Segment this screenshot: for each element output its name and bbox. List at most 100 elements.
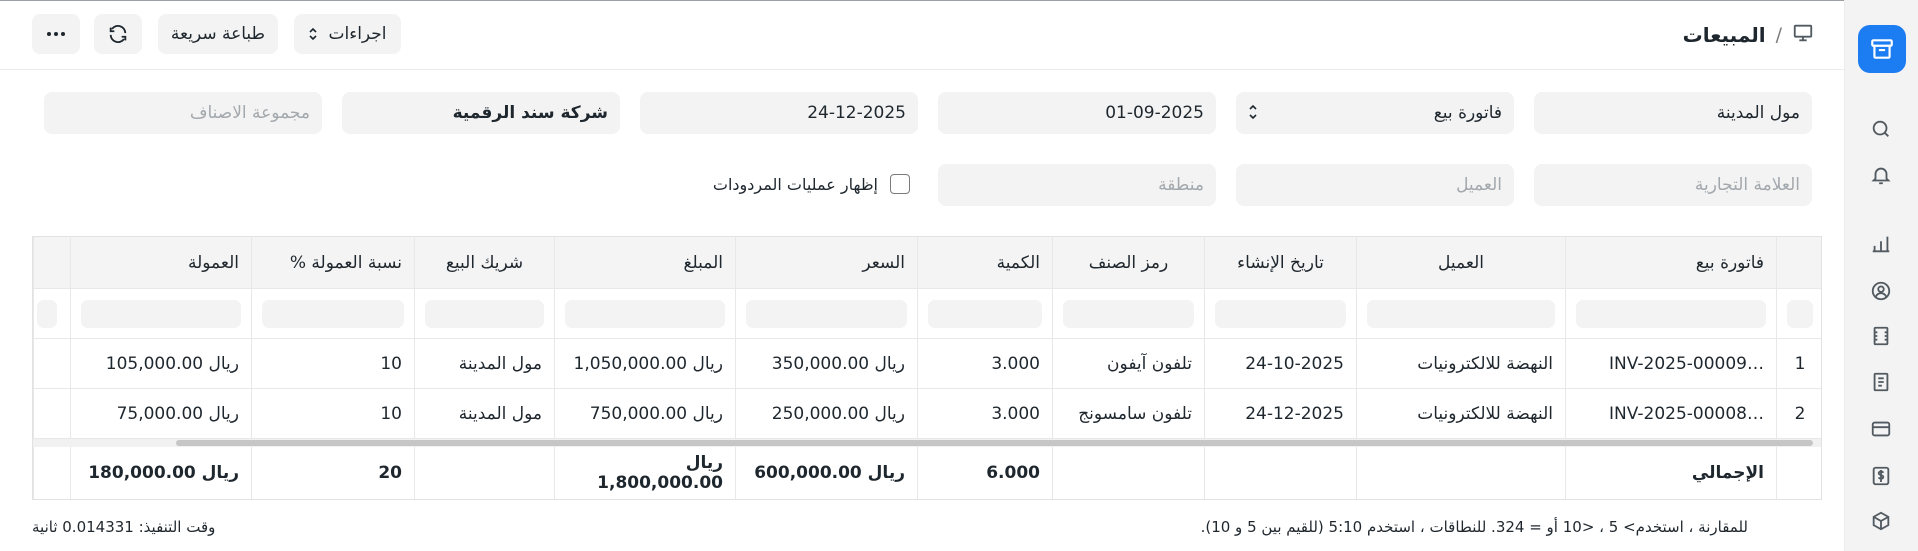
quick-print-label: طباعة سريعة (170, 24, 266, 44)
refresh-icon (109, 25, 127, 43)
more-dots-icon (47, 32, 65, 36)
show-returns-option[interactable]: إظهار عمليات المردودات (713, 174, 910, 194)
column-header[interactable]: العميل (1357, 237, 1565, 289)
column-filter[interactable] (1566, 289, 1776, 339)
clipped-column (33, 237, 70, 499)
doc-type-value: فاتورة بيع (1433, 103, 1502, 123)
commission-column: العمولة ريال 105,000.00 ريال 75,000.00 ر… (70, 237, 251, 499)
partner-cell[interactable]: مول المدينة (415, 339, 554, 389)
from-date-field[interactable]: 01-09-2025 (938, 92, 1216, 134)
date-cell: 24-12-2025 (1205, 389, 1356, 439)
column-filter[interactable] (918, 289, 1052, 339)
date-cell: 24-10-2025 (1205, 339, 1356, 389)
archive-icon (1871, 39, 1893, 59)
column-header[interactable]: تاريخ الإنشاء (1205, 237, 1356, 289)
item-group-field[interactable]: مجموعة الاصناف (44, 92, 322, 134)
invoice-link[interactable]: INV-2025-00009… (1566, 339, 1776, 389)
qty-cell: 3.000 (918, 339, 1052, 389)
total-cell (415, 443, 554, 499)
column-filter[interactable] (736, 289, 917, 339)
search-icon[interactable] (1869, 117, 1893, 141)
item-cell[interactable]: تلفون سامسونج (1053, 389, 1204, 439)
total-commission: ريال 180,000.00 (71, 443, 251, 499)
customer-cell[interactable]: النهضة للالكترونيات (1357, 389, 1565, 439)
customer-cell[interactable]: النهضة للالكترونيات (1357, 339, 1565, 389)
breadcrumb-separator: / (1775, 24, 1782, 46)
column-header[interactable]: نسبة العمولة % (252, 237, 414, 289)
horizontal-scrollbar[interactable] (33, 439, 1821, 447)
updown-chevron-icon (309, 27, 318, 41)
total-cell (34, 443, 70, 499)
partner-column: شريك البيع مول المدينة مول المدينة (414, 237, 554, 499)
column-header (34, 237, 70, 289)
customer-field[interactable]: العميل (1236, 164, 1514, 206)
quick-print-button[interactable]: طباعة سريعة (158, 14, 278, 54)
partner-cell[interactable]: مول المدينة (415, 389, 554, 439)
date-column: تاريخ الإنشاء 24-10-2025 24-12-2025 (1204, 237, 1356, 499)
amount-column: المبلغ ريال 1,050,000.00 ريال 750,000.00… (554, 237, 735, 499)
rate-column: السعر ريال 350,000.00 ريال 250,000.00 ري… (735, 237, 917, 499)
column-header[interactable]: المبلغ (555, 237, 735, 289)
doc-type-select[interactable]: فاتورة بيع (1236, 92, 1514, 134)
commission-cell: ريال 105,000.00 (71, 339, 251, 389)
commission-cell: ريال 75,000.00 (71, 389, 251, 439)
brand-field[interactable]: العلامة التجارية (1534, 164, 1812, 206)
document-icon[interactable] (1869, 370, 1893, 394)
rate-cell: ريال 350,000.00 (736, 339, 917, 389)
show-returns-checkbox[interactable] (890, 174, 910, 194)
column-filter[interactable] (34, 289, 70, 339)
column-filter[interactable] (1205, 289, 1356, 339)
column-header[interactable]: السعر (736, 237, 917, 289)
column-filter[interactable] (1357, 289, 1565, 339)
app-logo[interactable] (1858, 25, 1906, 73)
column-filter[interactable] (71, 289, 251, 339)
to-date-field[interactable]: 24-12-2025 (640, 92, 918, 134)
empty-cell (34, 389, 70, 439)
company-field[interactable]: شركة سند الرقمية (342, 92, 620, 134)
bar-chart-icon[interactable] (1869, 232, 1893, 256)
column-header[interactable]: شريك البيع (415, 237, 554, 289)
column-filter[interactable] (1777, 289, 1821, 339)
qty-column: الكمية 3.000 3.000 6.000 (917, 237, 1052, 499)
column-header[interactable]: الكمية (918, 237, 1052, 289)
total-cell (1777, 443, 1821, 499)
column-filter[interactable] (415, 289, 554, 339)
monitor-icon[interactable] (1792, 22, 1814, 48)
rate-cell: ريال 250,000.00 (736, 389, 917, 439)
dollar-icon[interactable] (1869, 464, 1893, 488)
user-circle-icon[interactable] (1869, 279, 1893, 303)
column-filter[interactable] (1053, 289, 1204, 339)
total-commission-rate: 20 (252, 443, 414, 499)
scrollbar-thumb[interactable] (176, 440, 1813, 446)
total-cell (1053, 443, 1204, 499)
amount-cell: ريال 1,050,000.00 (555, 339, 735, 389)
item-column: رمز الصنف تلفون آيفون تلفون سامسونج (1052, 237, 1204, 499)
item-cell[interactable]: تلفون آيفون (1053, 339, 1204, 389)
column-header[interactable]: العمولة (71, 237, 251, 289)
updown-chevron-icon (1249, 104, 1257, 120)
box-icon[interactable] (1869, 509, 1893, 533)
column-header[interactable]: رمز الصنف (1053, 237, 1204, 289)
bell-icon[interactable] (1869, 163, 1893, 187)
refresh-button[interactable] (94, 14, 142, 54)
total-rate: ريال 600,000.00 (736, 443, 917, 499)
invoice-link[interactable]: INV-2025-00008… (1566, 389, 1776, 439)
column-header[interactable]: فاتورة بيع (1566, 237, 1776, 289)
more-button[interactable] (32, 14, 80, 54)
film-icon[interactable] (1869, 324, 1893, 348)
row-index: 2 (1777, 389, 1821, 439)
row-index: 1 (1777, 339, 1821, 389)
page-header: / المبيعات طباعة سريعة اجراءات (0, 0, 1844, 70)
branch-filter[interactable]: مول المدينة (1534, 92, 1812, 134)
territory-field[interactable]: منطقة (938, 164, 1216, 206)
column-filter[interactable] (555, 289, 735, 339)
actions-button[interactable]: اجراءات (294, 14, 401, 54)
invoice-column: فاتورة بيع INV-2025-00009… INV-2025-0000… (1565, 237, 1776, 499)
credit-card-icon[interactable] (1869, 417, 1893, 441)
column-filter[interactable] (252, 289, 414, 339)
total-amount: ريال 1,800,000.00 (555, 443, 735, 499)
show-returns-label: إظهار عمليات المردودات (712, 174, 878, 194)
total-label: الإجمالي (1566, 443, 1776, 499)
commission-rate-column: نسبة العمولة % 10 10 20 (251, 237, 414, 499)
commission-rate-cell: 10 (252, 339, 414, 389)
